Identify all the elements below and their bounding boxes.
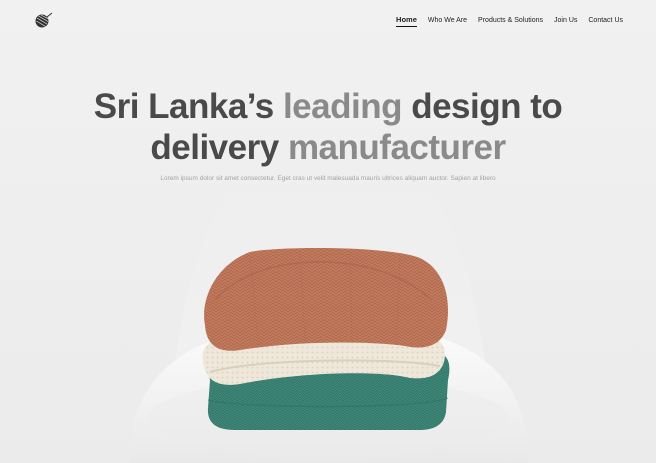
page: Home Who We Are Products & Solutions Joi… <box>0 0 656 463</box>
hero-title-part: Sri Lanka’s <box>93 87 274 126</box>
hero-title: Sri Lanka’s leading design to delivery m… <box>0 86 656 168</box>
hero-title-part: leading <box>282 87 403 126</box>
nav-who-we-are[interactable]: Who We Are <box>428 17 467 26</box>
nav-products-solutions[interactable]: Products & Solutions <box>478 17 543 26</box>
hero-image <box>129 170 529 463</box>
nav-join-us[interactable]: Join Us <box>554 17 577 26</box>
nav-home[interactable]: Home <box>396 15 417 27</box>
site-header: Home Who We Are Products & Solutions Joi… <box>0 0 656 42</box>
main-nav: Home Who We Are Products & Solutions Joi… <box>396 15 623 27</box>
hero-subtitle: Lorem ipsum dolor sit amet consectetur. … <box>160 175 496 182</box>
nav-contact-us[interactable]: Contact Us <box>588 17 623 26</box>
yarn-ball-icon[interactable] <box>33 12 53 28</box>
hero-title-part: delivery <box>150 128 279 167</box>
hero-title-part: manufacturer <box>287 128 506 167</box>
hero-title-part: design to <box>411 87 563 126</box>
